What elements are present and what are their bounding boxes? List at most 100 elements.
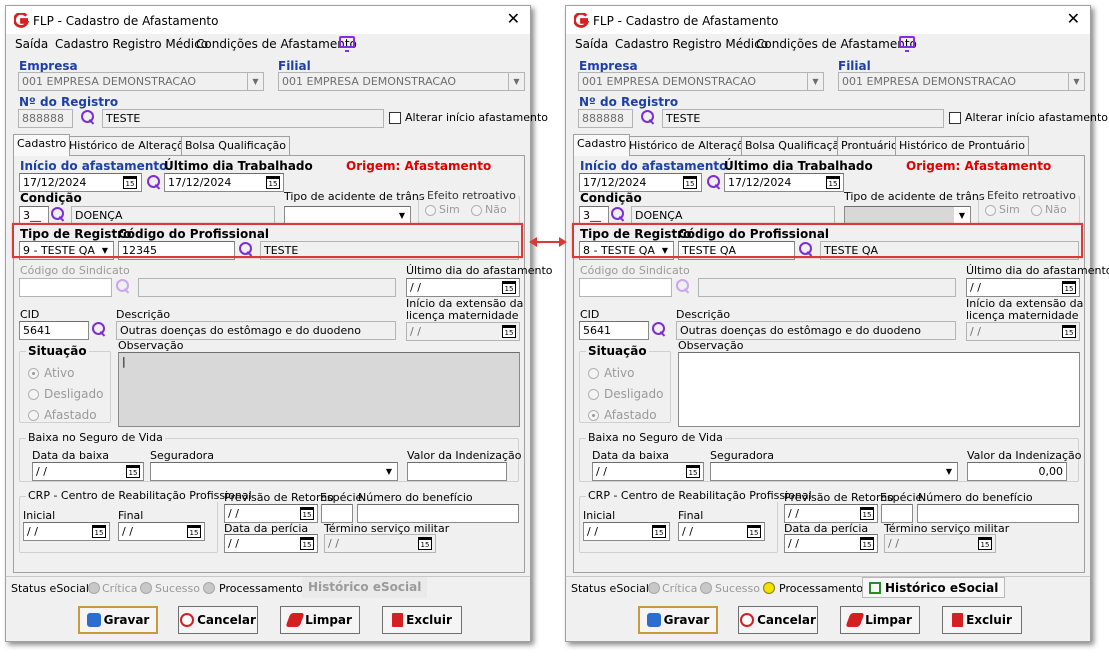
calendar-icon[interactable]: 15 [747, 525, 761, 538]
search-icon[interactable] [676, 279, 692, 295]
calendar-icon[interactable]: 15 [1062, 281, 1076, 294]
alterar-inicio-label: Alterar início afastamento [405, 111, 548, 124]
numero-beneficio-field[interactable] [917, 504, 1079, 523]
calendar-icon[interactable]: 15 [502, 281, 516, 294]
cancelar-button[interactable]: Cancelar [738, 606, 818, 634]
menu-saida[interactable]: Saída [15, 37, 48, 51]
tab-bolsa-qualificacao[interactable]: Bolsa Qualificação [741, 136, 851, 155]
filial-select[interactable]: 001 EMPRESA DEMONSTRACAO ▼ [278, 72, 525, 91]
registro-name-field[interactable]: TESTE [662, 109, 944, 128]
calendar-icon[interactable]: 15 [683, 176, 697, 189]
search-icon[interactable] [707, 175, 723, 191]
empresa-select[interactable]: 001 EMPRESA DEMONSTRACAO ▼ [18, 72, 264, 91]
close-icon[interactable]: ✕ [1067, 11, 1080, 27]
calendar-icon[interactable]: 15 [978, 537, 992, 550]
afastado-radio[interactable] [28, 410, 39, 421]
filial-select[interactable]: 001 EMPRESA DEMONSTRACAO ▼ [838, 72, 1085, 91]
observacao-textarea[interactable]: | [118, 352, 520, 427]
search-icon[interactable] [81, 110, 97, 126]
search-icon[interactable] [611, 207, 627, 223]
valor-indenizacao-field[interactable]: 0,00 [967, 462, 1067, 481]
calendar-icon[interactable]: 15 [92, 525, 106, 538]
calendar-icon[interactable]: 15 [300, 507, 314, 520]
historico-esocial-button[interactable]: Histórico eSocial [862, 577, 1006, 598]
alterar-inicio-checkbox[interactable] [949, 112, 961, 124]
empresa-select[interactable]: 001 EMPRESA DEMONSTRACAO ▼ [578, 72, 824, 91]
efeito-nao-radio[interactable] [471, 205, 482, 216]
title-bar: FLP - Cadastro de Afastamento ✕ [6, 6, 530, 34]
menu-condicoes-afastamento[interactable]: Condições de Afastamento [756, 37, 917, 51]
tab-historico-de-prontuario[interactable]: Histórico de Prontuário [895, 136, 1029, 155]
registro-name-field[interactable]: TESTE [102, 109, 384, 128]
efeito-retroativo-group: Efeito retroativo Sim Não [418, 189, 520, 224]
observacao-textarea[interactable] [678, 352, 1080, 427]
tab-cadastro[interactable]: Cadastro [573, 134, 631, 156]
tab-prontuario[interactable]: Prontuário [837, 136, 902, 155]
efeito-nao-radio[interactable] [1031, 205, 1042, 216]
monitor-icon[interactable] [339, 36, 355, 52]
afastado-radio[interactable] [588, 410, 599, 421]
calendar-icon[interactable]: 15 [266, 176, 280, 189]
limpar-button[interactable]: Limpar [280, 606, 360, 634]
menu-cadastro-registro-medico[interactable]: Cadastro Registro Médico [55, 37, 208, 51]
limpar-button[interactable]: Limpar [840, 606, 920, 634]
chevron-down-icon: ▼ [807, 73, 823, 90]
cancelar-button[interactable]: Cancelar [178, 606, 258, 634]
especie-field[interactable] [321, 504, 353, 523]
calendar-icon[interactable]: 15 [652, 525, 666, 538]
app-logo-icon [574, 13, 589, 28]
calendar-icon[interactable]: 15 [123, 176, 137, 189]
registro-number-field[interactable]: 888888 [18, 109, 73, 128]
seguradora-label: Seguradora [710, 449, 774, 462]
tab-cadastro[interactable]: Cadastro [13, 134, 71, 156]
calendar-icon[interactable]: 15 [686, 465, 700, 478]
valor-indenizacao-field[interactable] [407, 462, 507, 481]
calendar-icon[interactable]: 15 [502, 325, 516, 338]
calendar-icon[interactable]: 15 [860, 507, 874, 520]
gravar-button[interactable]: Gravar [78, 606, 158, 634]
close-icon[interactable]: ✕ [507, 11, 520, 27]
desligado-radio[interactable] [588, 389, 599, 400]
ativo-radio[interactable] [28, 368, 39, 379]
alterar-inicio-checkbox[interactable] [389, 112, 401, 124]
especie-field[interactable] [881, 504, 913, 523]
calendar-icon[interactable]: 15 [860, 537, 874, 550]
historico-esocial-button[interactable]: Histórico eSocial [302, 577, 428, 598]
calendar-icon[interactable]: 15 [187, 525, 201, 538]
gravar-button[interactable]: Gravar [638, 606, 718, 634]
efeito-sim-label: Sim [439, 203, 460, 216]
excluir-button[interactable]: Excluir [382, 606, 462, 634]
menu-condicoes-afastamento[interactable]: Condições de Afastamento [196, 37, 357, 51]
calendar-icon[interactable]: 15 [826, 176, 840, 189]
menu-saida[interactable]: Saída [575, 37, 608, 51]
search-icon[interactable] [92, 322, 108, 338]
calendar-icon[interactable]: 15 [126, 465, 140, 478]
calendar-icon[interactable]: 15 [418, 537, 432, 550]
search-icon[interactable] [51, 207, 67, 223]
efeito-sim-radio[interactable] [985, 205, 996, 216]
desligado-radio[interactable] [28, 389, 39, 400]
codigo-sindicato-field[interactable] [579, 278, 672, 297]
monitor-icon[interactable] [899, 36, 915, 52]
efeito-sim-radio[interactable] [425, 205, 436, 216]
ativo-radio[interactable] [588, 368, 599, 379]
search-icon[interactable] [116, 279, 132, 295]
excluir-button[interactable]: Excluir [942, 606, 1022, 634]
seguradora-select[interactable]: ▼ [710, 462, 958, 481]
search-icon[interactable] [147, 175, 163, 191]
registro-number-field[interactable]: 888888 [578, 109, 633, 128]
save-icon [646, 613, 661, 627]
menu-cadastro-registro-medico[interactable]: Cadastro Registro Médico [615, 37, 768, 51]
cid-field[interactable]: 5641 [19, 321, 89, 340]
numero-beneficio-field[interactable] [357, 504, 519, 523]
calendar-icon[interactable]: 15 [300, 537, 314, 550]
codigo-sindicato-field[interactable] [19, 278, 112, 297]
seguradora-select[interactable]: ▼ [150, 462, 398, 481]
chevron-down-icon: ▼ [381, 463, 397, 480]
search-icon[interactable] [641, 110, 657, 126]
calendar-icon[interactable]: 15 [1062, 325, 1076, 338]
search-icon[interactable] [652, 322, 668, 338]
tab-bolsa-qualificacao[interactable]: Bolsa Qualificação [181, 136, 291, 155]
cid-field[interactable]: 5641 [579, 321, 649, 340]
cadastro-panel: Início do afastamento 17/12/2024 15 Últi… [13, 155, 553, 573]
